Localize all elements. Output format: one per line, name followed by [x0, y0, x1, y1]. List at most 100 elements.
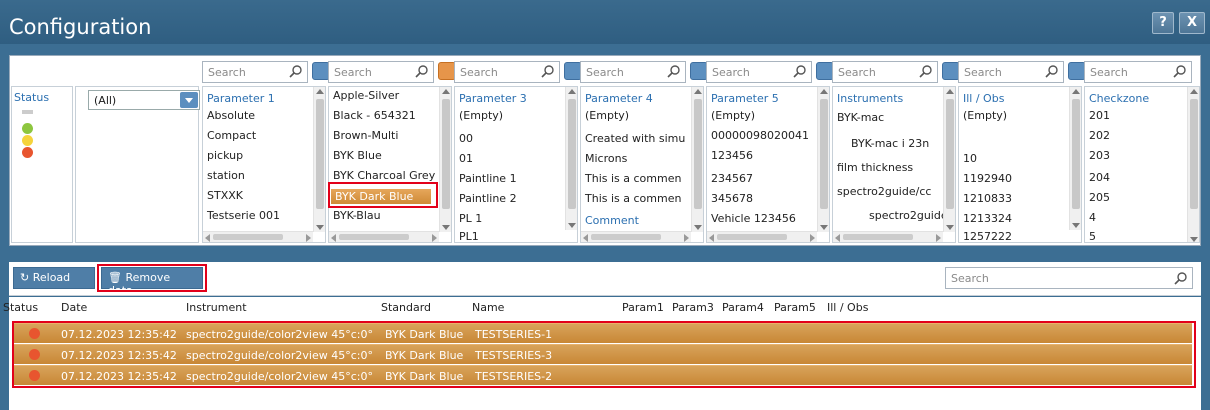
list-item[interactable]: 203: [1089, 149, 1110, 162]
search-icon: [289, 65, 302, 78]
list-item[interactable]: 10: [963, 152, 977, 165]
col-header-name[interactable]: Name: [472, 301, 504, 314]
list-item[interactable]: This is a commen: [585, 172, 681, 185]
vertical-scrollbar[interactable]: [565, 87, 577, 230]
list-item[interactable]: Paintline 1: [459, 172, 517, 185]
list-item[interactable]: film thickness: [837, 161, 913, 174]
search-param1[interactable]: Search: [202, 61, 308, 83]
measurement-grid: Status Date Instrument Standard Name Par…: [3, 297, 1201, 410]
list-item[interactable]: 00: [459, 132, 473, 145]
list-item[interactable]: This is a commen: [585, 192, 681, 205]
horizontal-scrollbar[interactable]: [833, 231, 943, 242]
list-item[interactable]: (Empty): [711, 109, 755, 122]
reload-button[interactable]: ↻ Reload: [13, 267, 95, 289]
status-red-dot[interactable]: [22, 147, 33, 158]
list-item[interactable]: 1210833: [963, 192, 1012, 205]
col-header-param4[interactable]: Param4: [722, 301, 764, 314]
chevron-down-icon[interactable]: [180, 92, 198, 108]
list-item[interactable]: BYK Blue: [333, 149, 382, 162]
list-item[interactable]: 4: [1089, 211, 1096, 224]
col-header-status[interactable]: Status: [3, 301, 38, 314]
checkzone-header: Checkzone: [1089, 92, 1150, 105]
vertical-scrollbar[interactable]: [943, 87, 955, 232]
list-item[interactable]: spectro2guide/cc: [837, 185, 931, 198]
list-item[interactable]: Vehicle 123456: [711, 212, 796, 225]
window-title: Configuration: [9, 15, 152, 39]
list-item[interactable]: 202: [1089, 129, 1110, 142]
list-item[interactable]: 205: [1089, 191, 1110, 204]
list-item[interactable]: 201: [1089, 109, 1110, 122]
list-item[interactable]: station: [207, 169, 245, 182]
vertical-scrollbar[interactable]: [1069, 87, 1081, 230]
horizontal-scrollbar[interactable]: [329, 231, 439, 242]
search-icon: [415, 65, 428, 78]
list-item[interactable]: (Empty): [585, 109, 629, 122]
list-item[interactable]: Microns: [585, 152, 627, 165]
list-item[interactable]: (Empty): [459, 109, 503, 122]
vertical-scrollbar[interactable]: [817, 87, 829, 232]
list-item[interactable]: Testserie 001: [207, 209, 280, 222]
list-item[interactable]: PL1: [459, 230, 479, 242]
search-param3[interactable]: Search: [454, 61, 560, 83]
param4-header: Parameter 4: [585, 92, 653, 105]
list-item[interactable]: Brown-Multi: [333, 129, 398, 142]
close-button[interactable]: X: [1179, 12, 1205, 34]
list-item[interactable]: Created with simu: [585, 132, 685, 145]
list-item[interactable]: Paintline 2: [459, 192, 517, 205]
vertical-scrollbar[interactable]: [313, 87, 325, 232]
list-item[interactable]: BYK Charcoal Grey: [333, 169, 435, 182]
col-header-param5[interactable]: Param5: [774, 301, 816, 314]
list-item[interactable]: spectro2guide: [869, 209, 948, 222]
col-header-param3[interactable]: Param3: [672, 301, 714, 314]
list-item[interactable]: 1192940: [963, 172, 1012, 185]
list-item[interactable]: 00000098020041: [711, 129, 809, 142]
col-header-ill-obs[interactable]: Ill / Obs: [827, 301, 868, 314]
status-green-dot[interactable]: [22, 123, 33, 134]
list-item[interactable]: 1257222: [963, 230, 1012, 242]
list-item[interactable]: BYK-Blau: [333, 209, 381, 222]
list-item[interactable]: pickup: [207, 149, 243, 162]
list-item[interactable]: Compact: [207, 129, 256, 142]
list-item[interactable]: PL 1: [459, 212, 482, 225]
horizontal-scrollbar[interactable]: [203, 231, 313, 242]
status-yellow-dot[interactable]: [22, 135, 33, 146]
status-none-marker[interactable]: [22, 110, 33, 114]
list-item[interactable]: 1213324: [963, 212, 1012, 225]
list-item[interactable]: 204: [1089, 171, 1110, 184]
horizontal-scrollbar[interactable]: [581, 231, 691, 242]
reload-icon: ↻: [20, 271, 30, 284]
grid-search-input[interactable]: Search: [945, 267, 1193, 289]
search-ill-obs[interactable]: Search: [958, 61, 1064, 83]
list-item[interactable]: BYK-mac i 23n: [851, 137, 929, 150]
search-checkzone[interactable]: Search: [1084, 61, 1192, 83]
list-item[interactable]: 123456: [711, 149, 753, 162]
list-item[interactable]: 345678: [711, 192, 753, 205]
list-item[interactable]: 5: [1089, 230, 1096, 242]
list-item[interactable]: 01: [459, 152, 473, 165]
search-placeholder: Search: [1090, 66, 1128, 79]
vertical-scrollbar[interactable]: [691, 87, 703, 232]
col-header-standard[interactable]: Standard: [381, 301, 431, 314]
search-param5[interactable]: Search: [706, 61, 812, 83]
col-header-instrument[interactable]: Instrument: [186, 301, 247, 314]
list-item[interactable]: 234567: [711, 172, 753, 185]
title-bar: Configuration ? X: [0, 0, 1210, 44]
col-header-date[interactable]: Date: [61, 301, 87, 314]
list-item[interactable]: BYK-mac: [837, 111, 884, 124]
horizontal-scrollbar[interactable]: [707, 231, 817, 242]
search-param2[interactable]: Search: [328, 61, 434, 83]
list-item[interactable]: Apple-Silver: [333, 89, 399, 102]
list-item[interactable]: Absolute: [207, 109, 255, 122]
help-button[interactable]: ?: [1152, 12, 1174, 34]
filter-panel: Search Search Search Search Search Searc…: [9, 55, 1201, 246]
search-placeholder: Search: [964, 66, 1002, 79]
vertical-scrollbar[interactable]: [439, 87, 451, 232]
status-combo[interactable]: (All): [88, 90, 200, 110]
vertical-scrollbar[interactable]: [1187, 87, 1199, 242]
list-item[interactable]: STXXK: [207, 189, 243, 202]
col-header-param1[interactable]: Param1: [622, 301, 664, 314]
list-item[interactable]: (Empty): [963, 109, 1007, 122]
search-instruments[interactable]: Search: [832, 61, 938, 83]
search-param4[interactable]: Search: [580, 61, 686, 83]
list-item[interactable]: Black - 654321: [333, 109, 416, 122]
